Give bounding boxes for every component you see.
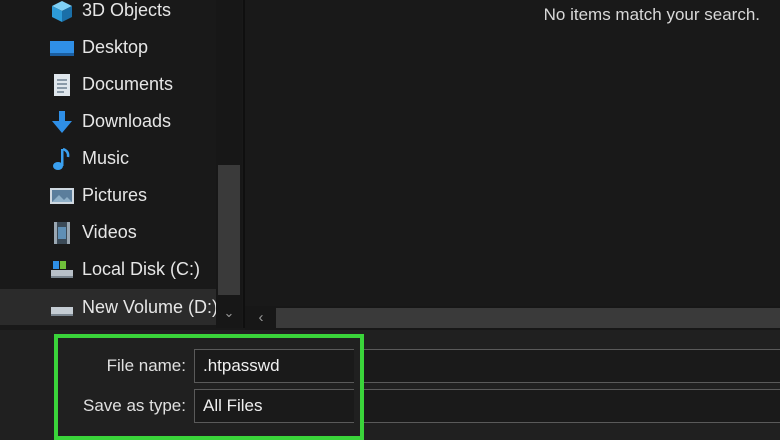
scroll-down-icon[interactable]: ⌄ — [218, 302, 240, 324]
nav-item-documents[interactable]: Documents — [0, 66, 216, 102]
highlight-box — [54, 334, 364, 440]
save-as-type-select-extension[interactable] — [360, 389, 780, 423]
nav-label: Videos — [82, 222, 137, 242]
3d-objects-icon — [49, 0, 75, 23]
scroll-left-icon[interactable]: ‹ — [250, 307, 272, 329]
nav-item-videos[interactable]: Videos — [0, 214, 216, 250]
nav-label: Local Disk (C:) — [82, 259, 201, 279]
nav-item-desktop[interactable]: Desktop — [0, 29, 216, 65]
nav-item-pictures[interactable]: Pictures — [0, 177, 216, 213]
empty-message: No items match your search. — [543, 5, 760, 24]
downloads-icon — [49, 110, 75, 134]
nav-item-local-disk[interactable]: Local Disk (C:) — [0, 251, 216, 287]
nav-label: Desktop — [82, 37, 149, 57]
documents-icon — [49, 73, 75, 97]
navigation-pane: 3D Objects Desktop Documents Downloads M… — [0, 0, 219, 328]
file-list-area[interactable]: No items match your search. — [245, 0, 780, 306]
videos-icon — [49, 221, 75, 245]
file-name-input-extension[interactable] — [360, 349, 780, 383]
drive-icon — [49, 296, 75, 320]
local-disk-icon — [49, 258, 75, 282]
music-icon — [49, 147, 75, 171]
nav-item-music[interactable]: Music — [0, 140, 216, 176]
desktop-icon — [49, 36, 75, 60]
nav-label: 3D Objects — [82, 0, 172, 20]
nav-label: New Volume (D:) — [82, 297, 219, 317]
nav-item-new-volume[interactable]: New Volume (D:) — [0, 289, 219, 325]
nav-label: Pictures — [82, 185, 148, 205]
horizontal-scrollbar-thumb[interactable] — [276, 308, 780, 328]
nav-scrollbar-thumb[interactable] — [218, 165, 240, 295]
nav-label: Documents — [82, 74, 174, 94]
nav-label: Downloads — [82, 111, 172, 131]
pictures-icon — [49, 184, 75, 208]
nav-label: Music — [82, 148, 130, 168]
nav-item-downloads[interactable]: Downloads — [0, 103, 216, 139]
nav-item-3d-objects[interactable]: 3D Objects — [0, 0, 216, 28]
